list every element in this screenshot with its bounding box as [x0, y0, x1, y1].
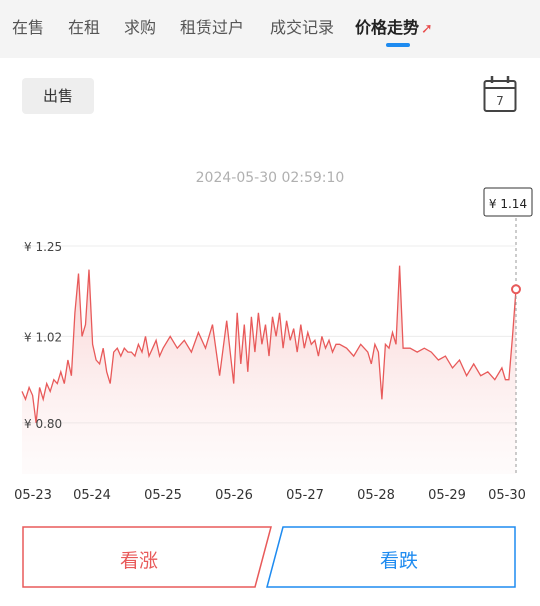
- tooltip-value: ¥ 1.14: [489, 197, 527, 211]
- price-area: [22, 265, 516, 474]
- price-trend-card: 出售 7 2024-05-30 02:59:10 ¥ 1.25 ¥ 1.02 ¥ 0…: [0, 58, 540, 606]
- fall-button-label: 看跌: [379, 550, 418, 572]
- x-tick-label: 05-26: [215, 488, 253, 503]
- x-tick-label: 05-25: [144, 488, 182, 503]
- tab-lease-transfer[interactable]: 租赁过户: [180, 14, 244, 38]
- tab-bar: 在售 在租 求购 租赁过户 成交记录 价格走势 ➚: [0, 0, 540, 52]
- rise-button[interactable]: 看涨: [22, 526, 272, 588]
- y-tick-label: ¥ 1.02: [24, 330, 62, 344]
- tab-on-sale[interactable]: 在售: [12, 14, 44, 38]
- x-tick-label: 05-24: [73, 488, 111, 503]
- x-tick-label: 05-28: [357, 488, 395, 503]
- x-tick-label: 05-29: [428, 488, 466, 503]
- calendar-button[interactable]: 7: [483, 75, 517, 113]
- price-chart: ¥ 1.25 ¥ 1.02 ¥ 0.80 05-23 05-24 05-25 05-26 0…: [14, 187, 533, 503]
- highlight-point: [511, 284, 521, 295]
- tab-wanted[interactable]: 求购: [124, 14, 156, 38]
- calendar-icon: 7: [483, 76, 517, 112]
- rise-button-label: 看涨: [119, 550, 158, 572]
- price-tooltip: ¥ 1.14: [483, 187, 533, 217]
- x-tick-label: 05-27: [286, 488, 324, 503]
- x-tick-label: 05-23: [14, 488, 52, 503]
- y-tick-label: ¥ 0.80: [24, 417, 62, 431]
- x-tick-label: 05-30: [488, 488, 526, 503]
- active-tab-indicator: [386, 43, 410, 47]
- trade-type-button[interactable]: 出售: [22, 78, 94, 114]
- y-tick-label: ¥ 1.25: [24, 240, 62, 254]
- tab-transaction-records[interactable]: 成交记录: [270, 14, 334, 38]
- fall-button[interactable]: 看跌: [266, 526, 516, 588]
- tab-price-trend[interactable]: 价格走势 ➚: [355, 14, 433, 38]
- tab-for-rent[interactable]: 在租: [68, 14, 100, 38]
- tab-price-trend-label: 价格走势: [355, 18, 420, 37]
- calendar-day-text: 7: [496, 94, 504, 108]
- up-arrow-icon: ➚: [421, 21, 433, 37]
